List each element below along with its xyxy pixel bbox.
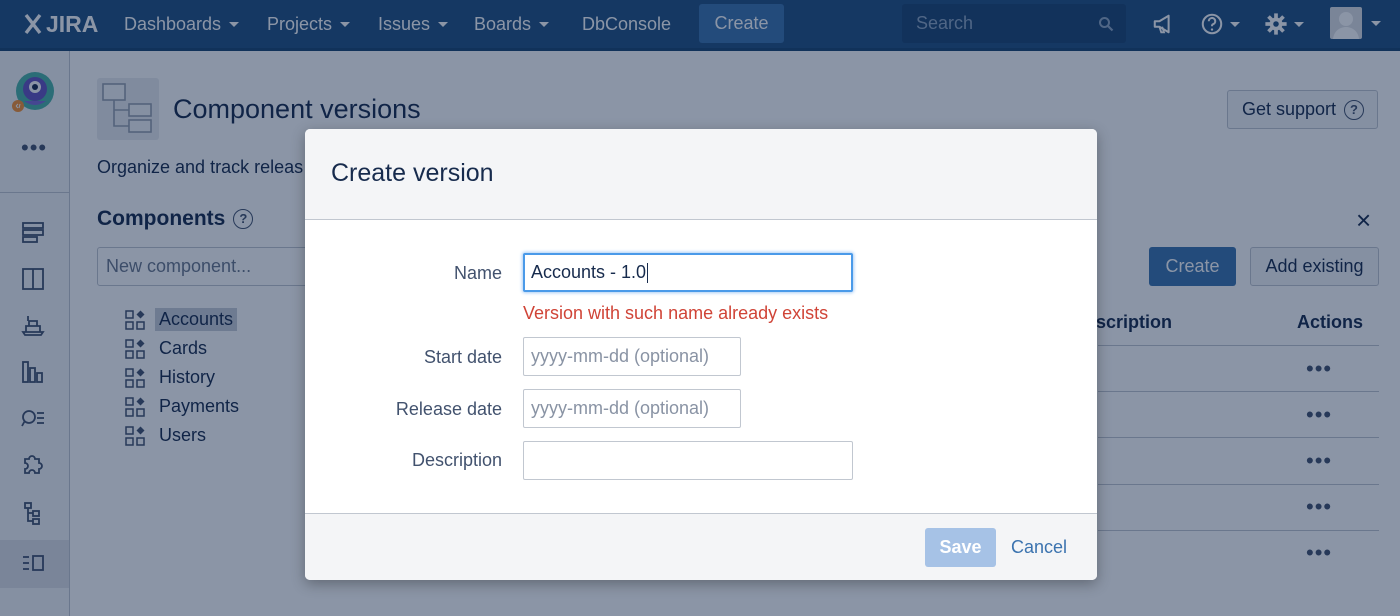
start-date-input[interactable]: yyyy-mm-dd (optional) <box>523 337 741 376</box>
release-date-placeholder: yyyy-mm-dd (optional) <box>531 398 710 418</box>
dialog-header: Create version <box>305 129 1097 220</box>
description-label: Description <box>411 450 502 470</box>
name-label: Name <box>453 263 502 283</box>
cancel-button[interactable]: Cancel <box>1011 537 1067 558</box>
start-date-label: Start date <box>423 347 502 367</box>
name-error-message: Version with such name already exists <box>523 303 829 323</box>
text-cursor <box>647 263 649 284</box>
name-input[interactable]: Accounts - 1.0 <box>523 253 853 292</box>
name-input-value: Accounts - 1.0 <box>531 262 647 282</box>
description-input[interactable] <box>523 441 853 480</box>
release-date-input[interactable]: yyyy-mm-dd (optional) <box>523 389 741 428</box>
create-version-dialog: Create version Name Accounts - 1.0 Versi… <box>305 129 1097 580</box>
start-date-placeholder: yyyy-mm-dd (optional) <box>531 346 710 366</box>
release-date-label: Release date <box>395 399 502 419</box>
save-button[interactable]: Save <box>925 528 996 567</box>
dialog-title: Create version <box>331 159 494 187</box>
